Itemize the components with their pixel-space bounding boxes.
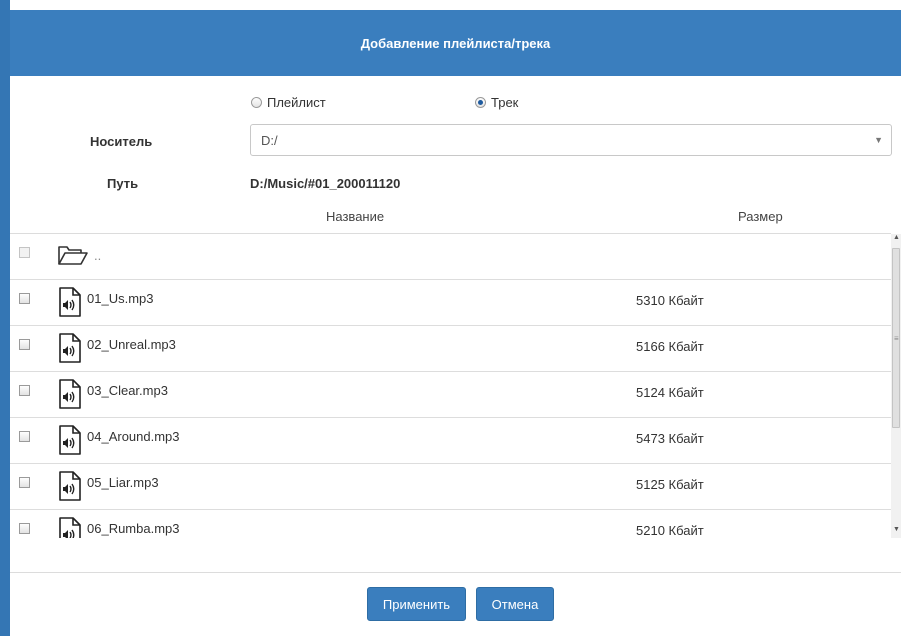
- file-size: 5125 Кбайт: [636, 477, 704, 492]
- radio-track[interactable]: Трек: [475, 95, 518, 110]
- list-item-file[interactable]: 05_Liar.mp3 5125 Кбайт: [10, 464, 891, 510]
- radio-track-circle[interactable]: [475, 97, 486, 108]
- row-checkbox[interactable]: [19, 293, 30, 304]
- list-item-parent[interactable]: ..: [10, 234, 891, 280]
- audio-file-icon: [57, 516, 83, 538]
- apply-button[interactable]: Применить: [367, 587, 466, 621]
- list-item-file[interactable]: 01_Us.mp3 5310 Кбайт: [10, 280, 891, 326]
- list-item-file[interactable]: 04_Around.mp3 5473 Кбайт: [10, 418, 891, 464]
- radio-playlist-label: Плейлист: [267, 95, 326, 110]
- file-name: 06_Rumba.mp3: [87, 521, 180, 536]
- audio-file-icon: [57, 286, 83, 323]
- chevron-down-icon[interactable]: ▼: [874, 135, 883, 145]
- file-size: 5124 Кбайт: [636, 385, 704, 400]
- row-checkbox[interactable]: [19, 385, 30, 396]
- file-size: 5310 Кбайт: [636, 293, 704, 308]
- row-checkbox[interactable]: [19, 477, 30, 488]
- path-value: D:/Music/#01_200011120: [250, 176, 401, 191]
- row-checkbox[interactable]: [19, 247, 30, 258]
- dialog-title: Добавление плейлиста/трека: [10, 10, 901, 76]
- radio-playlist[interactable]: Плейлист: [251, 95, 326, 110]
- file-size: 5473 Кбайт: [636, 431, 704, 446]
- audio-file-icon: [57, 378, 83, 415]
- file-name: 01_Us.mp3: [87, 291, 154, 306]
- file-name: 04_Around.mp3: [87, 429, 180, 444]
- file-name: 05_Liar.mp3: [87, 475, 159, 490]
- file-name: 02_Unreal.mp3: [87, 337, 176, 352]
- grip-icon: ≡: [894, 334, 899, 343]
- media-select-value: D:/: [261, 133, 278, 148]
- column-header-name[interactable]: Название: [326, 209, 384, 224]
- scroll-up-arrow-icon[interactable]: ▲: [893, 234, 900, 241]
- row-checkbox[interactable]: [19, 339, 30, 350]
- list-item-file[interactable]: 06_Rumba.mp3 5210 Кбайт: [10, 510, 891, 538]
- footer-divider: [10, 572, 901, 573]
- path-label: Путь: [107, 176, 139, 191]
- file-size: 5166 Кбайт: [636, 339, 704, 354]
- cancel-button[interactable]: Отмена: [476, 587, 554, 621]
- radio-track-label: Трек: [491, 95, 519, 110]
- list-item-file[interactable]: 03_Clear.mp3 5124 Кбайт: [10, 372, 891, 418]
- file-size: 5210 Кбайт: [636, 523, 704, 538]
- row-checkbox[interactable]: [19, 523, 30, 534]
- column-header-size[interactable]: Размер: [738, 209, 783, 224]
- audio-file-icon: [57, 470, 83, 507]
- window-left-edge: [0, 0, 10, 636]
- folder-open-icon: [57, 242, 89, 273]
- list-item-file[interactable]: 02_Unreal.mp3 5166 Кбайт: [10, 326, 891, 372]
- media-select[interactable]: D:/ ▼: [250, 124, 892, 156]
- scroll-down-arrow-icon[interactable]: ▼: [893, 526, 900, 533]
- media-label: Носитель: [90, 134, 153, 149]
- list-scrollbar[interactable]: ▲ ≡ ▼: [891, 234, 901, 538]
- parent-dir-label: ..: [94, 248, 102, 263]
- audio-file-icon: [57, 424, 83, 461]
- audio-file-icon: [57, 332, 83, 369]
- file-name: 03_Clear.mp3: [87, 383, 168, 398]
- scrollbar-thumb[interactable]: ≡: [892, 248, 900, 428]
- radio-playlist-circle[interactable]: [251, 97, 262, 108]
- file-list: .. 01_Us.mp3 5310 Кбайт 02_Unreal.mp3 51…: [10, 234, 891, 538]
- add-playlist-track-dialog: Добавление плейлиста/трека Плейлист Трек…: [0, 0, 901, 636]
- row-checkbox[interactable]: [19, 431, 30, 442]
